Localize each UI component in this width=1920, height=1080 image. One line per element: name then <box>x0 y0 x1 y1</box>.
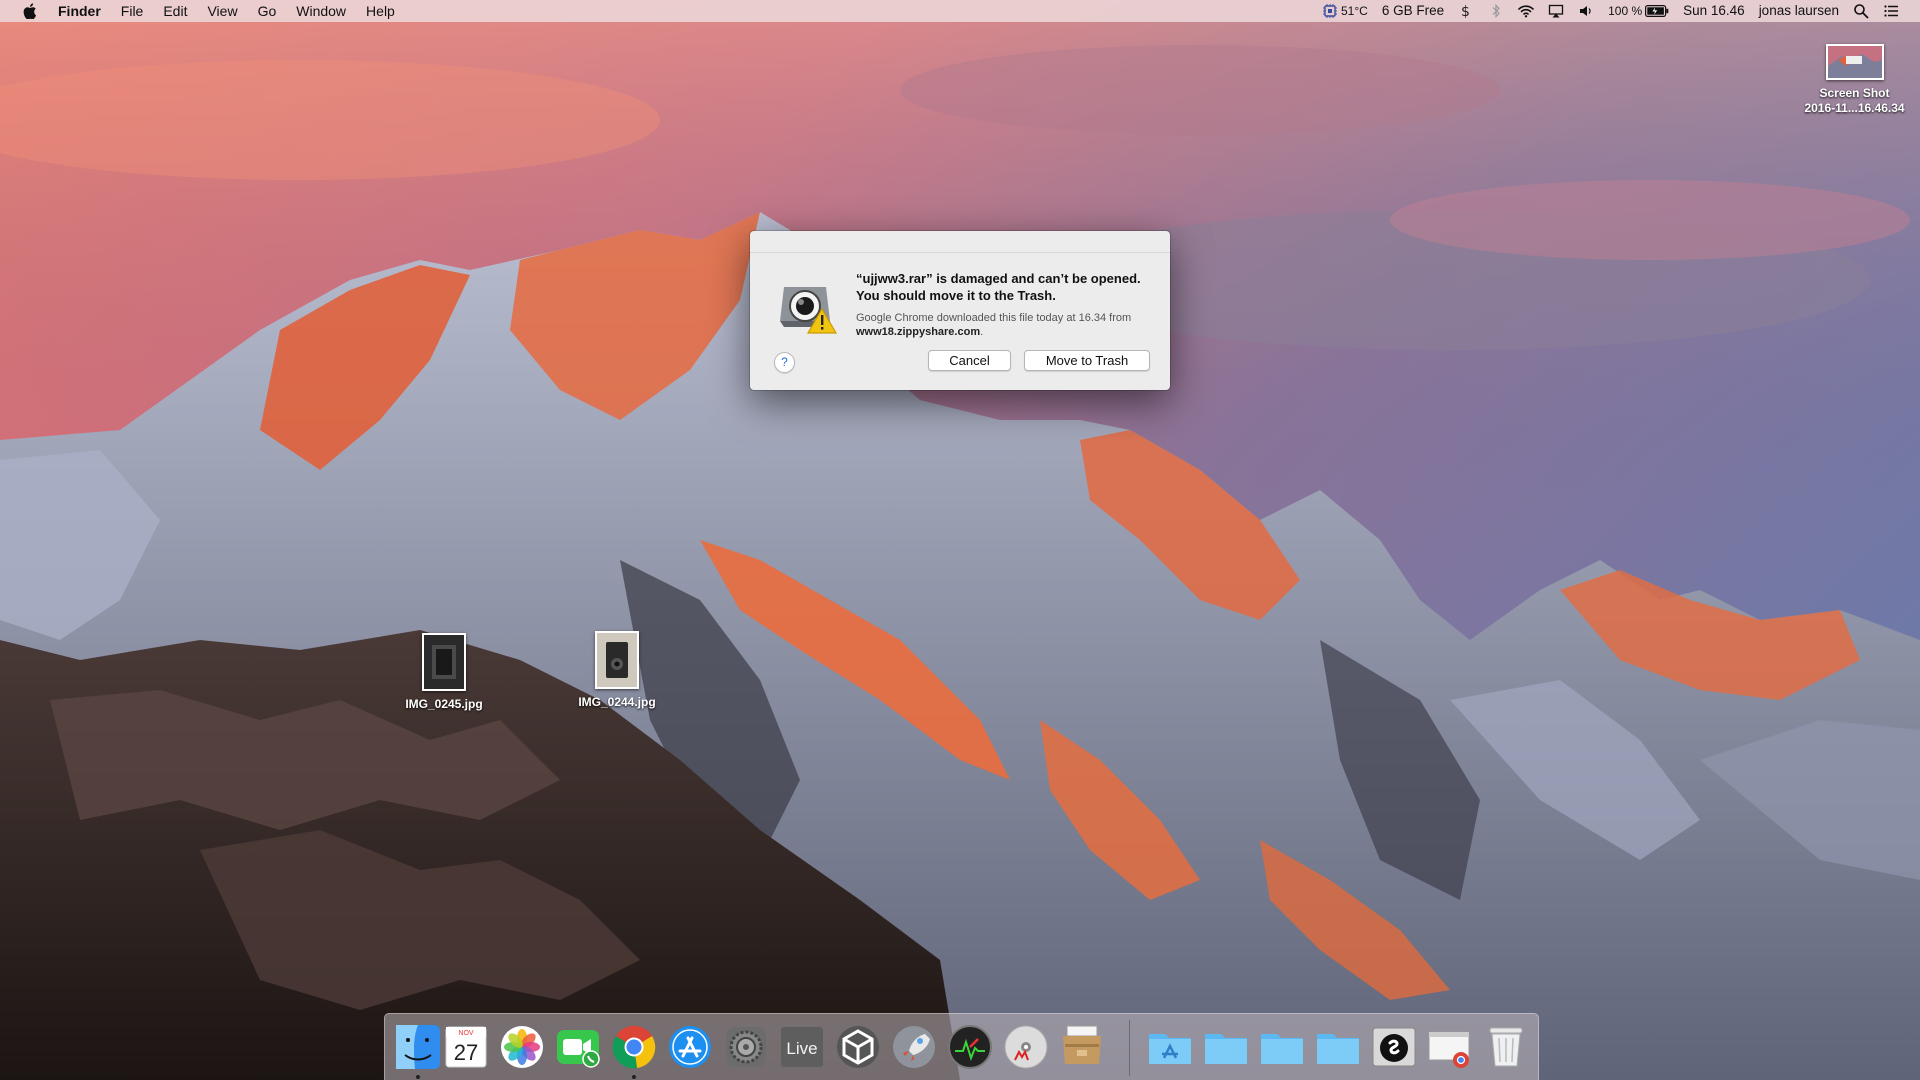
archive-utility-icon[interactable] <box>1057 1022 1107 1072</box>
trash-icon[interactable] <box>1481 1022 1531 1072</box>
desktop-file-screenshot[interactable]: Screen Shot 2016-11...16.46.34 <box>1787 44 1920 116</box>
bluetooth-icon[interactable] <box>1481 3 1511 19</box>
dollar-status-icon[interactable]: $ <box>1451 3 1481 19</box>
facetime-icon[interactable] <box>553 1022 603 1072</box>
cpu-chip-icon <box>1323 4 1337 18</box>
live-label: Live <box>786 1039 817 1058</box>
battery-icon <box>1645 5 1669 17</box>
gatekeeper-warning-icon <box>776 275 838 337</box>
finder-icon[interactable] <box>393 1022 443 1072</box>
photos-icon[interactable] <box>497 1022 547 1072</box>
menu-window[interactable]: Window <box>286 0 356 22</box>
dialog-titlebar <box>750 231 1170 253</box>
menu-file[interactable]: File <box>111 0 154 22</box>
calendar-day: 27 <box>454 1040 478 1065</box>
download-source-domain: www18.zippyshare.com <box>856 326 981 338</box>
help-button[interactable]: ? <box>774 352 795 373</box>
spotlight-search-icon[interactable] <box>1846 3 1876 19</box>
dock-separator <box>1129 1020 1130 1076</box>
file-name: IMG_0244.jpg <box>578 695 656 709</box>
volume-icon[interactable] <box>1571 3 1601 19</box>
max-dvd-icon[interactable] <box>1001 1022 1051 1072</box>
chrome-download-icon[interactable] <box>1425 1022 1475 1072</box>
menu-view[interactable]: View <box>197 0 247 22</box>
screenshot-name-line1: Screen Shot <box>1819 86 1890 100</box>
screenshot-name-line2: 2016-11...16.46.34 <box>1804 101 1905 115</box>
unity-icon[interactable] <box>833 1022 883 1072</box>
info-period: . <box>980 326 984 338</box>
user-name[interactable]: jonas laursen <box>1752 0 1846 22</box>
screenshot-thumbnail <box>1825 44 1884 80</box>
calendar-icon[interactable]: NOV 27 <box>441 1022 491 1072</box>
download-info-text: Google Chrome downloaded this file today… <box>856 312 1132 324</box>
disk-free-status[interactable]: 6 GB Free <box>1375 0 1451 22</box>
dialog-message-title: “ujjww3.rar” is damaged and can’t be ope… <box>856 271 1141 303</box>
ableton-live-icon[interactable]: Live <box>777 1022 827 1072</box>
running-indicator <box>416 1075 420 1079</box>
svg-text:$: $ <box>1461 4 1470 19</box>
app-store-icon[interactable] <box>665 1022 715 1072</box>
dock: NOV 27 Live <box>384 1013 1539 1080</box>
calendar-month: NOV <box>458 1030 474 1037</box>
menu-edit[interactable]: Edit <box>153 0 197 22</box>
damaged-file-alert-dialog: “ujjww3.rar” is damaged and can’t be ope… <box>750 231 1170 390</box>
temperature-label: 51°C <box>1341 4 1368 18</box>
menu-help[interactable]: Help <box>356 0 405 22</box>
image-thumbnail <box>422 633 466 691</box>
wifi-icon[interactable] <box>1511 3 1541 19</box>
airplay-icon[interactable] <box>1541 3 1571 19</box>
activity-monitor-icon[interactable] <box>945 1022 995 1072</box>
clock[interactable]: Sun 16.46 <box>1676 0 1752 22</box>
menu-go[interactable]: Go <box>248 0 287 22</box>
folder-icon[interactable] <box>1313 1022 1363 1072</box>
system-preferences-icon[interactable] <box>721 1022 771 1072</box>
cancel-button[interactable]: Cancel <box>928 350 1011 371</box>
battery-status[interactable]: 100 % <box>1601 0 1676 22</box>
move-to-trash-button[interactable]: Move to Trash <box>1024 350 1150 371</box>
notification-center-icon[interactable] <box>1876 3 1906 19</box>
dialog-informative-text: Google Chrome downloaded this file today… <box>856 311 1156 339</box>
folder-icon[interactable] <box>1257 1022 1307 1072</box>
desktop-file-img-0244[interactable]: IMG_0244.jpg <box>567 631 667 710</box>
desktop-wallpaper <box>0 0 1920 1080</box>
battery-percent: 100 % <box>1608 4 1643 18</box>
running-indicator <box>632 1075 636 1079</box>
app-menu-finder[interactable]: Finder <box>54 0 111 22</box>
desktop-file-img-0245[interactable]: IMG_0245.jpg <box>394 633 494 712</box>
chrome-icon[interactable] <box>609 1022 659 1072</box>
applications-folder-icon[interactable] <box>1145 1022 1195 1072</box>
apple-menu-icon[interactable] <box>20 0 40 22</box>
folder-icon[interactable] <box>1201 1022 1251 1072</box>
launchpad-icon[interactable] <box>889 1022 939 1072</box>
image-thumbnail <box>595 631 639 689</box>
shazam-icon[interactable] <box>1369 1022 1419 1072</box>
file-name: IMG_0245.jpg <box>405 697 483 711</box>
menu-bar: Finder File Edit View Go Window Help 51°… <box>0 0 1920 22</box>
cpu-temperature[interactable]: 51°C <box>1315 0 1375 22</box>
